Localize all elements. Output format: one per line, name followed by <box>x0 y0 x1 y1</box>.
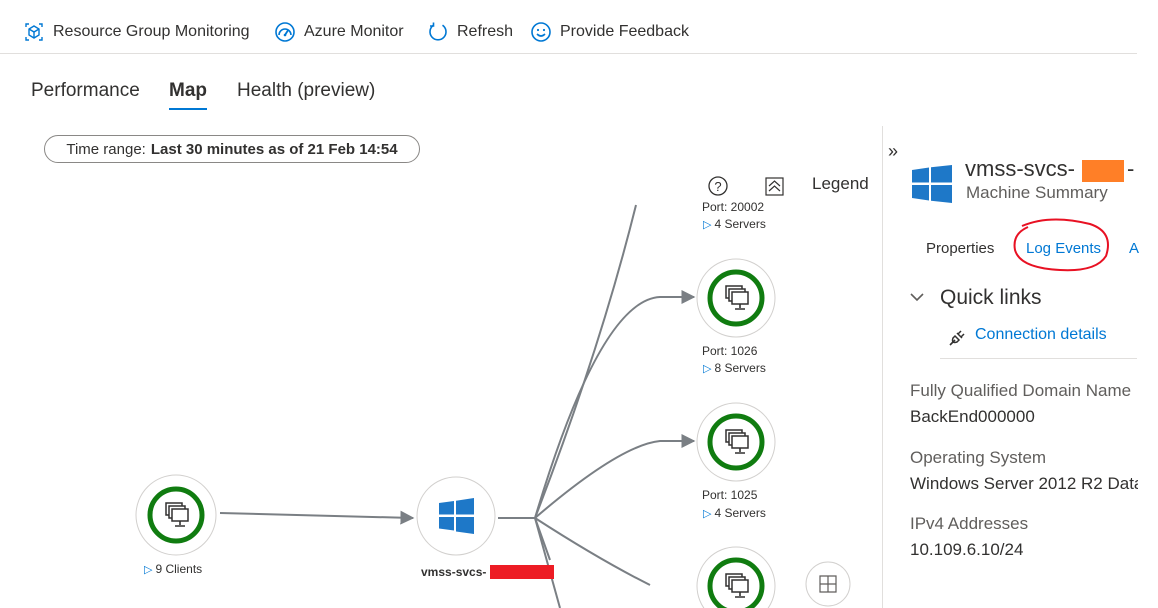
port-1025-node[interactable] <box>696 402 776 482</box>
clients-node[interactable] <box>135 474 217 556</box>
collapse-panel-button[interactable]: » <box>888 141 898 162</box>
expand-triangle-icon: ▷ <box>703 363 712 375</box>
servers-count: 4 Servers <box>714 506 766 520</box>
panel-divider <box>882 126 883 608</box>
port-1026-label: Port: 1026 <box>702 344 758 358</box>
redaction-red <box>490 565 554 579</box>
fqdn-label: Fully Qualified Domain Name <box>910 381 1132 400</box>
os-label: Operating System <box>910 448 1047 467</box>
redaction-orange <box>1082 160 1124 182</box>
machine-subtitle: Machine Summary <box>966 183 1108 202</box>
fqdn-value: BackEnd000000 <box>910 407 1035 426</box>
expand-triangle-icon: ▷ <box>144 564 153 576</box>
os-value: Windows Server 2012 R2 Datacenter <box>910 474 1138 493</box>
chevron-down-icon[interactable] <box>909 289 925 305</box>
servers-count: 8 Servers <box>714 361 766 375</box>
ipv4-value: 10.109.6.10/24 <box>910 540 1024 559</box>
map-zoom-control[interactable] <box>805 561 851 607</box>
tab-properties[interactable]: Properties <box>926 240 994 257</box>
plug-icon <box>949 330 965 346</box>
clients-count: 9 Clients <box>155 562 203 576</box>
port-1026-servers-link[interactable]: ▷ 8 Servers <box>703 361 766 375</box>
port-1026-node[interactable] <box>696 258 776 338</box>
windows-logo-icon <box>912 165 952 203</box>
edge-to-port-1026 <box>534 290 696 519</box>
quick-links-divider <box>940 358 1137 359</box>
quick-links-heading: Quick links <box>940 286 1042 309</box>
machine-title-dash: - <box>1127 156 1135 181</box>
port-20002-servers-link[interactable]: ▷ 4 Servers <box>703 217 766 231</box>
vm-node-label: vmss-svcs- <box>421 565 487 579</box>
app-root: Resource Group Monitoring Azure Monitor … <box>0 0 1158 608</box>
port-1025-label: Port: 1025 <box>702 488 758 502</box>
servers-count: 4 Servers <box>714 217 766 231</box>
legend-button[interactable]: Legend <box>812 174 869 194</box>
connection-details-link[interactable]: Connection details <box>975 326 1107 344</box>
edge-clients-to-vm <box>219 510 415 525</box>
port-20002-label: Port: 20002 <box>702 200 765 214</box>
properties-section: Fully Qualified Domain Name BackEnd00000… <box>900 370 1138 608</box>
partial-port-node[interactable] <box>696 546 776 608</box>
port-1025-servers-link[interactable]: ▷ 4 Servers <box>703 506 766 520</box>
vm-node[interactable] <box>416 476 496 556</box>
ipv4-label: IPv4 Addresses <box>910 514 1029 533</box>
expand-triangle-icon: ▷ <box>703 219 712 231</box>
edge-to-lower-3 <box>534 517 551 561</box>
help-icon[interactable]: ? <box>708 176 728 196</box>
tab-partial[interactable]: A <box>1129 240 1139 257</box>
machine-title: vmss-svcs- <box>965 156 1075 181</box>
svg-text:?: ? <box>714 179 721 194</box>
expand-triangle-icon: ▷ <box>703 508 712 520</box>
collapse-map-icon[interactable] <box>765 177 784 196</box>
annotation-circle <box>1013 218 1109 272</box>
clients-link[interactable]: ▷ 9 Clients <box>144 562 202 576</box>
